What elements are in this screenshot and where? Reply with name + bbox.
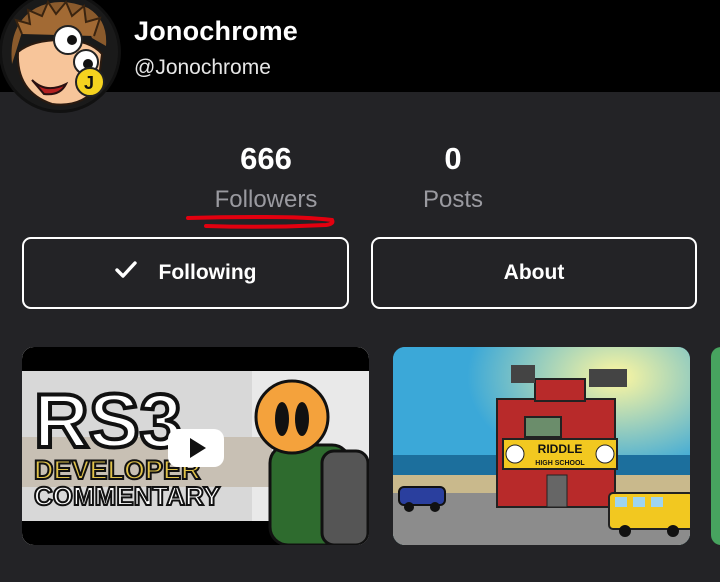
video-thumbnail: RIDDLE HIGH SCHOOL	[393, 347, 690, 545]
profile-handle: @Jonochrome	[134, 56, 271, 79]
play-icon	[168, 429, 224, 467]
checkmark-icon	[114, 261, 137, 285]
thumbnail-subtitle-2: COMMENTARY	[34, 481, 220, 511]
following-label: Following	[158, 261, 257, 284]
video-card[interactable]: RIDDLE HIGH SCHOOL	[393, 347, 690, 545]
red-underline-annotation	[186, 214, 335, 229]
thumbnail-title: RS3	[34, 379, 182, 464]
svg-text:J: J	[84, 73, 94, 93]
video-card-partial[interactable]	[711, 347, 720, 545]
following-button[interactable]: Following	[22, 237, 349, 309]
posts-count: 0	[444, 141, 462, 176]
avatar[interactable]: J	[2, 0, 118, 110]
about-button[interactable]: About	[371, 237, 697, 309]
profile-name: Jonochrome	[134, 16, 299, 46]
posts-stat[interactable]: 0 Posts	[400, 141, 506, 214]
followers-count: 666	[240, 141, 292, 176]
followers-stat[interactable]: 666 Followers	[196, 141, 336, 214]
video-thumbnail: RS3 DEVELOPER COMMENTARY	[22, 347, 369, 545]
riddle-sign-subtitle: HIGH SCHOOL	[535, 460, 585, 467]
video-card[interactable]: RS3 DEVELOPER COMMENTARY	[22, 347, 369, 545]
about-label: About	[503, 261, 565, 284]
riddle-sign-title: RIDDLE	[538, 442, 583, 456]
posts-label: Posts	[422, 186, 484, 213]
